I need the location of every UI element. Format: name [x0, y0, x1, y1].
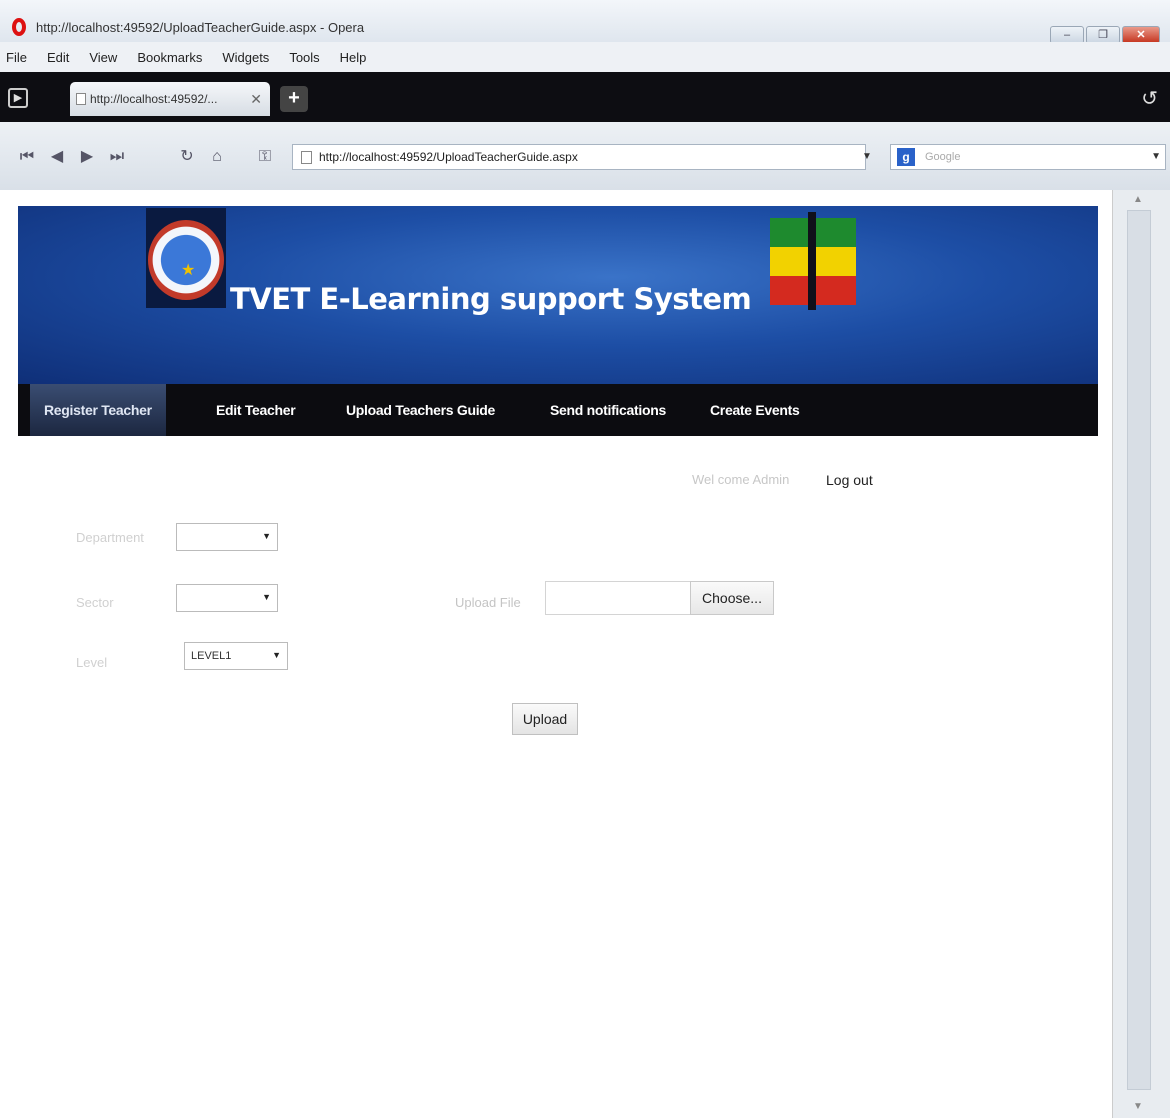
emblem-logo: ★ — [146, 208, 226, 308]
search-engine-icon[interactable]: g — [897, 148, 915, 166]
emblem-seal: ★ — [148, 220, 224, 300]
address-bar[interactable]: http://localhost:49592/UploadTeacherGuid… — [292, 144, 866, 170]
search-input[interactable]: g Google ▼ — [890, 144, 1166, 170]
nav-register-teacher[interactable]: Register Teacher — [30, 384, 166, 436]
flag-image — [770, 212, 856, 310]
chevron-down-icon: ▼ — [262, 592, 271, 602]
choose-file-button[interactable]: Choose... — [690, 581, 774, 615]
address-dropdown-icon[interactable]: ▼ — [862, 144, 876, 170]
page-icon — [76, 93, 86, 105]
nav-upload-teachers-guide[interactable]: Upload Teachers Guide — [346, 384, 495, 436]
level-select[interactable]: LEVEL1 ▼ — [184, 642, 288, 670]
department-select[interactable]: ▼ — [176, 523, 278, 551]
menu-help[interactable]: Help — [340, 50, 367, 65]
tab-title: http://localhost:49592/... — [90, 92, 218, 106]
menu-bar: File Edit View Bookmarks Widgets Tools H… — [0, 42, 1170, 72]
star-icon: ★ — [181, 262, 196, 279]
sector-select[interactable]: ▼ — [176, 584, 278, 612]
upload-file-label: Upload File — [455, 595, 521, 610]
address-url: http://localhost:49592/UploadTeacherGuid… — [319, 150, 578, 164]
level-label: Level — [76, 655, 108, 670]
rewind-icon[interactable]: ⏮ — [14, 144, 40, 170]
tab-close-icon[interactable]: ✕ — [250, 91, 262, 108]
scroll-down-icon[interactable]: ▼ — [1133, 1101, 1143, 1112]
page-icon — [301, 151, 312, 164]
panel-toggle-icon[interactable]: ▶ — [8, 88, 28, 108]
menu-tools[interactable]: Tools — [289, 50, 319, 65]
nav-create-events[interactable]: Create Events — [710, 384, 800, 436]
home-icon[interactable]: ⌂ — [204, 144, 230, 170]
sector-label: Sector — [76, 595, 114, 610]
fast-forward-icon[interactable]: ⏭ — [104, 144, 130, 170]
level-value: LEVEL1 — [191, 650, 232, 662]
menu-edit[interactable]: Edit — [47, 50, 69, 65]
new-tab-button[interactable]: + — [280, 86, 308, 112]
menu-bookmarks[interactable]: Bookmarks — [137, 50, 202, 65]
file-path-input[interactable] — [545, 581, 691, 615]
forward-icon[interactable]: ▶ — [74, 144, 100, 170]
closed-tabs-icon[interactable]: ↺ — [1141, 86, 1158, 111]
search-dropdown-icon[interactable]: ▼ — [1151, 151, 1161, 162]
menu-widgets[interactable]: Widgets — [222, 50, 269, 65]
chevron-down-icon: ▼ — [262, 531, 271, 541]
back-icon[interactable]: ◀ — [44, 144, 70, 170]
scroll-thumb[interactable] — [1127, 210, 1151, 1090]
menu-file[interactable]: File — [6, 50, 27, 65]
site-nav: Register Teacher Edit Teacher Upload Tea… — [18, 384, 1098, 436]
browser-tab[interactable]: http://localhost:49592/... ✕ — [70, 82, 270, 116]
upload-button[interactable]: Upload — [512, 703, 578, 735]
window-titlebar: http://localhost:49592/UploadTeacherGuid… — [0, 0, 1170, 44]
flag-pole — [808, 212, 816, 310]
welcome-text: Wel come Admin — [692, 472, 790, 487]
menu-view[interactable]: View — [89, 50, 117, 65]
nav-edit-teacher[interactable]: Edit Teacher — [216, 384, 296, 436]
security-icon: ⚿ — [258, 148, 272, 165]
chevron-down-icon: ▼ — [272, 650, 281, 660]
tab-bar: ▶ http://localhost:49592/... ✕ + ↺ — [0, 72, 1170, 122]
page-content: ★ TVET E-Learning support System Registe… — [0, 190, 1118, 1118]
site-title: TVET E-Learning support System — [230, 282, 752, 316]
scrollbar[interactable]: ▲ ▼ — [1112, 190, 1170, 1118]
opera-logo-icon — [12, 18, 26, 36]
search-placeholder: Google — [925, 151, 961, 163]
scroll-up-icon[interactable]: ▲ — [1133, 194, 1143, 205]
nav-send-notifications[interactable]: Send notifications — [550, 384, 666, 436]
department-label: Department — [76, 530, 144, 545]
navigation-toolbar: ⏮ ◀ ▶ ⏭ ↻ ⌂ ⚿ http://localhost:49592/Upl… — [0, 122, 1170, 190]
window-title: http://localhost:49592/UploadTeacherGuid… — [36, 20, 365, 35]
logout-link[interactable]: Log out — [826, 472, 873, 488]
site-banner: ★ TVET E-Learning support System — [18, 206, 1098, 384]
reload-icon[interactable]: ↻ — [174, 144, 200, 170]
